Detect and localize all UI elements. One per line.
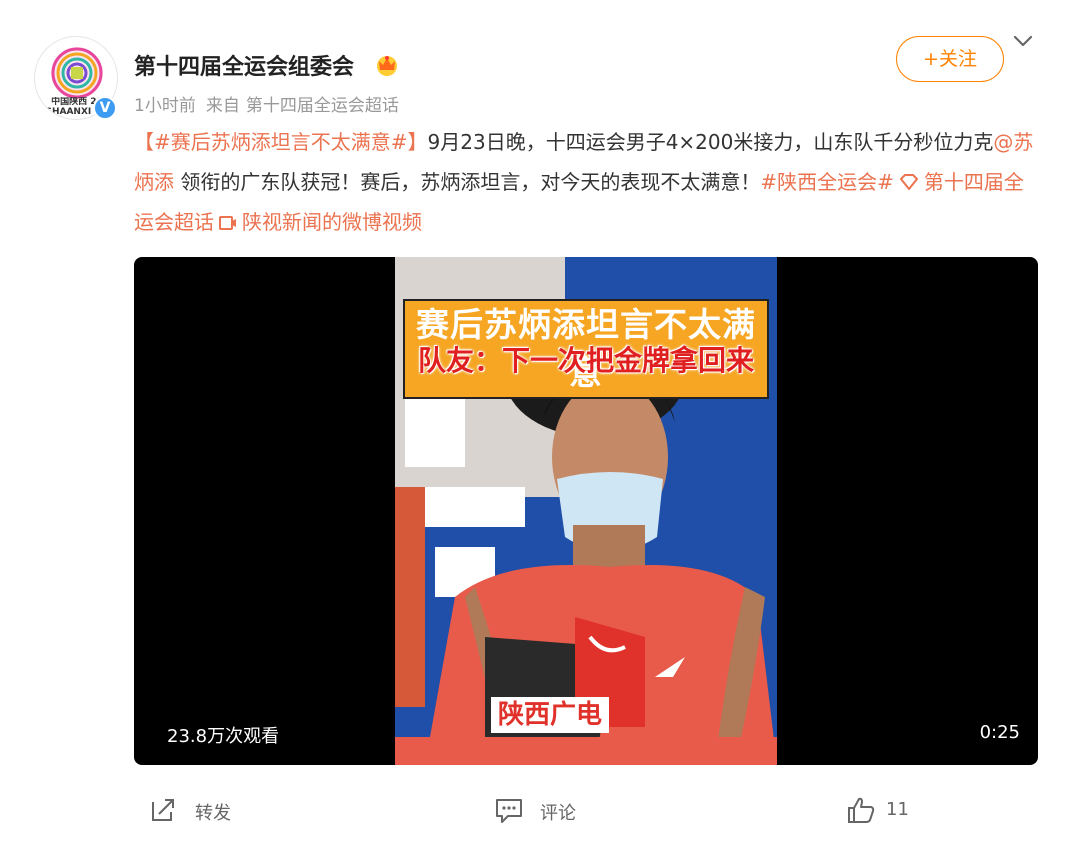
- like-count: 11: [886, 799, 909, 820]
- topic-link[interactable]: 【#赛后苏炳添坦言不太满意#】: [134, 130, 428, 154]
- follow-button[interactable]: +关注: [896, 36, 1004, 82]
- post-meta: 1小时前 来自 第十四届全运会超话: [134, 91, 409, 116]
- content-text: 领衔的广东队获冠！赛后，苏炳添坦言，对今天的表现不太满意！: [174, 170, 761, 194]
- crown-icon: [377, 56, 397, 76]
- content-text: 9月23日晚，十四运会男子4×200米接力，山东队千分秒位力克: [427, 130, 994, 154]
- video-frame: 赛后苏炳添坦言不太满意 队友：下一次把金牌拿回来 陕西广电: [395, 257, 777, 765]
- post-time[interactable]: 1小时前: [134, 96, 196, 116]
- source-prefix: 来自: [205, 96, 240, 116]
- author-name[interactable]: 第十四届全运会组委会: [134, 49, 354, 81]
- repost-icon: [152, 799, 174, 821]
- comment-icon: [496, 799, 522, 823]
- repost-label: 转发: [195, 803, 231, 824]
- diamond-icon: [899, 174, 918, 190]
- thumbs-up-icon: [848, 797, 875, 823]
- verified-v-icon: V: [93, 96, 117, 120]
- video-player[interactable]: 赛后苏炳添坦言不太满意 队友：下一次把金牌拿回来 陕西广电 23.8万次观看 0…: [134, 257, 1038, 765]
- video-icon: [219, 216, 236, 230]
- video-link[interactable]: 陕视新闻的微博视频: [242, 210, 422, 234]
- mic-label: 陕西广电: [491, 697, 609, 733]
- video-caption-sub: 队友：下一次把金牌拿回来: [417, 344, 754, 377]
- view-count: 23.8万次观看: [167, 726, 280, 747]
- topic-link[interactable]: #陕西全运会#: [760, 170, 894, 194]
- post-content: 【#赛后苏炳添坦言不太满意#】9月23日晚，十四运会男子4×200米接力，山东队…: [134, 122, 1038, 242]
- video-duration: 0:25: [979, 722, 1020, 743]
- source-link[interactable]: 第十四届全运会超话: [246, 96, 399, 116]
- chevron-down-icon[interactable]: [1012, 32, 1034, 50]
- comment-label: 评论: [540, 803, 576, 824]
